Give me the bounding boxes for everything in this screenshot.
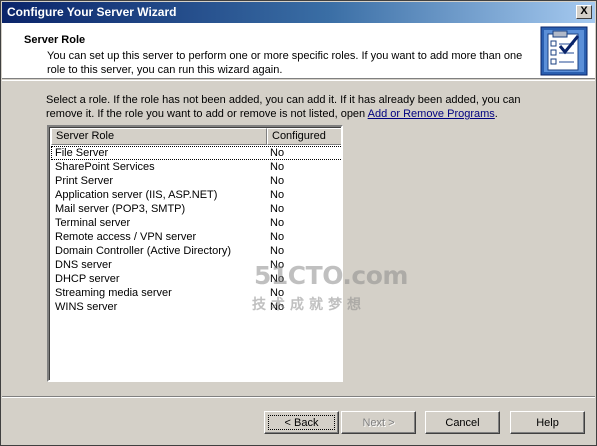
instructions-suffix: . xyxy=(494,108,498,120)
list-item-file-server[interactable]: File Server No xyxy=(51,146,341,160)
role-name: WINS server xyxy=(55,301,118,313)
page-title: Server Role xyxy=(24,34,86,46)
cancel-button[interactable]: Cancel xyxy=(425,411,500,434)
role-configured: No xyxy=(270,231,285,243)
page-description: You can set up this server to perform on… xyxy=(47,50,523,76)
button-area-divider xyxy=(2,396,595,398)
list-item-streaming-media-server[interactable]: Streaming media server No xyxy=(51,286,341,300)
window-title: Configure Your Server Wizard xyxy=(7,5,177,19)
list-header: Server Role Configured xyxy=(51,128,341,145)
list-item-wins-server[interactable]: WINS server No xyxy=(51,300,341,314)
role-name: DHCP server xyxy=(55,273,120,285)
list-item-application-server[interactable]: Application server (IIS, ASP.NET) No xyxy=(51,188,341,202)
header-divider xyxy=(2,80,595,81)
server-roles-list[interactable]: Server Role Configured File Server No Sh… xyxy=(47,125,343,382)
role-name: SharePoint Services xyxy=(55,161,155,173)
close-icon: X xyxy=(580,5,588,17)
role-name: Print Server xyxy=(55,175,114,187)
title-bar[interactable]: Configure Your Server Wizard X xyxy=(2,2,595,23)
add-remove-programs-link[interactable]: Add or Remove Programs xyxy=(368,108,495,120)
next-button[interactable]: Next > xyxy=(341,411,416,434)
role-configured: No xyxy=(270,175,285,187)
list-item-sharepoint-services[interactable]: SharePoint Services No xyxy=(51,160,341,174)
role-name: Streaming media server xyxy=(55,287,172,299)
role-name: Application server (IIS, ASP.NET) xyxy=(55,189,218,201)
instructions-text: Select a role. If the role has not been … xyxy=(46,93,536,121)
role-name: File Server xyxy=(55,147,109,159)
role-configured: No xyxy=(270,189,285,201)
role-configured: No xyxy=(270,287,285,299)
list-item-print-server[interactable]: Print Server No xyxy=(51,174,341,188)
list-item-remote-access-vpn[interactable]: Remote access / VPN server No xyxy=(51,230,341,244)
close-button[interactable]: X xyxy=(576,5,592,19)
role-name: Terminal server xyxy=(55,217,131,229)
role-name: Domain Controller (Active Directory) xyxy=(55,245,232,257)
list-item-terminal-server[interactable]: Terminal server No xyxy=(51,216,341,230)
list-item-domain-controller[interactable]: Domain Controller (Active Directory) No xyxy=(51,244,341,258)
role-configured: No xyxy=(270,301,285,313)
role-name: Remote access / VPN server xyxy=(55,231,197,243)
role-name: DNS server xyxy=(55,259,112,271)
list-item-mail-server[interactable]: Mail server (POP3, SMTP) No xyxy=(51,202,341,216)
back-button-label: < Back xyxy=(268,414,335,430)
role-name: Mail server (POP3, SMTP) xyxy=(55,203,186,215)
wizard-header: Server Role You can set up this server t… xyxy=(2,23,595,79)
role-configured: No xyxy=(270,259,285,271)
cancel-button-label: Cancel xyxy=(445,416,480,429)
help-button-label: Help xyxy=(536,416,559,429)
list-item-dhcp-server[interactable]: DHCP server No xyxy=(51,272,341,286)
role-configured: No xyxy=(270,245,285,257)
role-configured: No xyxy=(270,203,285,215)
list-item-dns-server[interactable]: DNS server No xyxy=(51,258,341,272)
wizard-window: Configure Your Server Wizard X Server Ro… xyxy=(0,0,597,446)
list-rows: File Server No SharePoint Services No Pr… xyxy=(51,146,341,314)
role-configured: No xyxy=(270,273,285,285)
role-configured: No xyxy=(270,217,285,229)
wizard-checklist-icon xyxy=(540,26,588,76)
role-configured: No xyxy=(270,147,285,159)
help-button[interactable]: Help xyxy=(510,411,585,434)
column-header-server-role[interactable]: Server Role xyxy=(51,128,267,145)
next-button-label: Next > xyxy=(362,416,395,429)
role-configured: No xyxy=(270,161,285,173)
column-header-configured[interactable]: Configured xyxy=(267,128,341,145)
back-button[interactable]: < Back xyxy=(264,411,339,434)
